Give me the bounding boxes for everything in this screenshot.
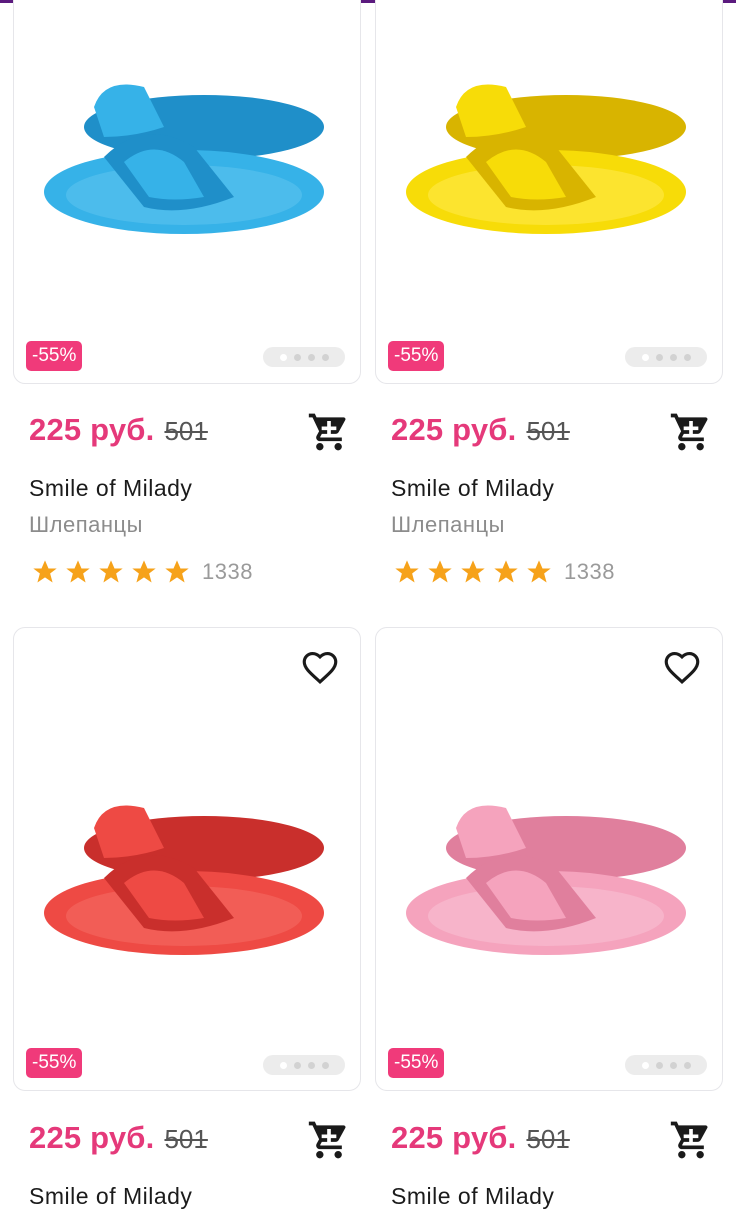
carousel-dot[interactable] (641, 353, 649, 361)
discount-badge: -55% (26, 1048, 83, 1078)
product-image (406, 84, 686, 234)
shopping-cart-icon[interactable] (669, 1118, 713, 1162)
carousel-dot[interactable] (279, 353, 287, 361)
image-carousel-dots[interactable] (263, 1055, 345, 1075)
carousel-dot[interactable] (321, 1061, 329, 1069)
star-icon (395, 560, 419, 583)
old-price: 501 (164, 1124, 208, 1154)
image-carousel-dots[interactable] (625, 1055, 707, 1075)
star-icon (494, 560, 518, 583)
product-brand[interactable]: Smile of Milady (29, 475, 192, 502)
carousel-dot[interactable] (307, 353, 315, 361)
carousel-dot[interactable] (655, 1061, 663, 1069)
rating: 1338 (393, 558, 615, 586)
discount-badge: -55% (26, 341, 83, 371)
image-carousel-dots[interactable] (625, 347, 707, 367)
current-price: 225 руб. (391, 412, 517, 447)
product-brand[interactable]: Smile of Milady (391, 1183, 554, 1210)
old-price: 501 (526, 416, 570, 446)
review-count: 1338 (202, 559, 253, 584)
discount-badge: -55% (388, 341, 445, 371)
product-image-box[interactable]: -55% (375, 627, 723, 1091)
star-icon (132, 560, 156, 583)
product-card[interactable]: -55% 225 руб. 501 Smile of Milady Шлепан… (375, 0, 735, 600)
carousel-dot[interactable] (641, 1061, 649, 1069)
discount-badge: -55% (388, 1048, 445, 1078)
star-icon (527, 560, 551, 583)
carousel-dot[interactable] (321, 353, 329, 361)
product-image (44, 805, 324, 955)
carousel-dot[interactable] (307, 1061, 315, 1069)
current-price: 225 руб. (29, 412, 155, 447)
current-price: 225 руб. (29, 1120, 155, 1155)
carousel-dot[interactable] (279, 1061, 287, 1069)
price-row: 225 руб. 501 (29, 1120, 208, 1156)
star-icon (428, 560, 452, 583)
product-image (406, 805, 686, 955)
carousel-dot[interactable] (655, 353, 663, 361)
review-count: 1338 (564, 559, 615, 584)
product-category: Шлепанцы (391, 512, 505, 537)
product-brand[interactable]: Smile of Milady (29, 1183, 192, 1210)
product-image (44, 84, 324, 234)
star-icon (461, 560, 485, 583)
product-card[interactable]: -55% 225 руб. 501 Smile of Milady (13, 627, 373, 1209)
heart-outline-icon[interactable] (660, 646, 704, 688)
current-price: 225 руб. (391, 1120, 517, 1155)
heart-outline-icon[interactable] (298, 646, 342, 688)
product-image-box[interactable]: -55% (375, 0, 723, 384)
image-carousel-dots[interactable] (263, 347, 345, 367)
carousel-dot[interactable] (683, 353, 691, 361)
product-image-box[interactable]: -55% (13, 627, 361, 1091)
product-brand[interactable]: Smile of Milady (391, 475, 554, 502)
product-card[interactable]: -55% 225 руб. 501 Smile of Milady (375, 627, 735, 1209)
star-icon (99, 560, 123, 583)
carousel-dot[interactable] (669, 353, 677, 361)
carousel-dot[interactable] (293, 1061, 301, 1069)
product-image-box[interactable]: -55% (13, 0, 361, 384)
old-price: 501 (164, 416, 208, 446)
rating: 1338 (31, 558, 253, 586)
star-icon (66, 560, 90, 583)
shopping-cart-icon[interactable] (307, 410, 351, 454)
carousel-dot[interactable] (683, 1061, 691, 1069)
product-category: Шлепанцы (29, 512, 143, 537)
shopping-cart-icon[interactable] (669, 410, 713, 454)
old-price: 501 (526, 1124, 570, 1154)
carousel-dot[interactable] (669, 1061, 677, 1069)
shopping-cart-icon[interactable] (307, 1118, 351, 1162)
star-icon (165, 560, 189, 583)
price-row: 225 руб. 501 (29, 412, 208, 448)
product-card[interactable]: -55% 225 руб. 501 Smile of Milady Шлепан… (13, 0, 373, 600)
carousel-dot[interactable] (293, 353, 301, 361)
price-row: 225 руб. 501 (391, 412, 570, 448)
star-icon (33, 560, 57, 583)
price-row: 225 руб. 501 (391, 1120, 570, 1156)
